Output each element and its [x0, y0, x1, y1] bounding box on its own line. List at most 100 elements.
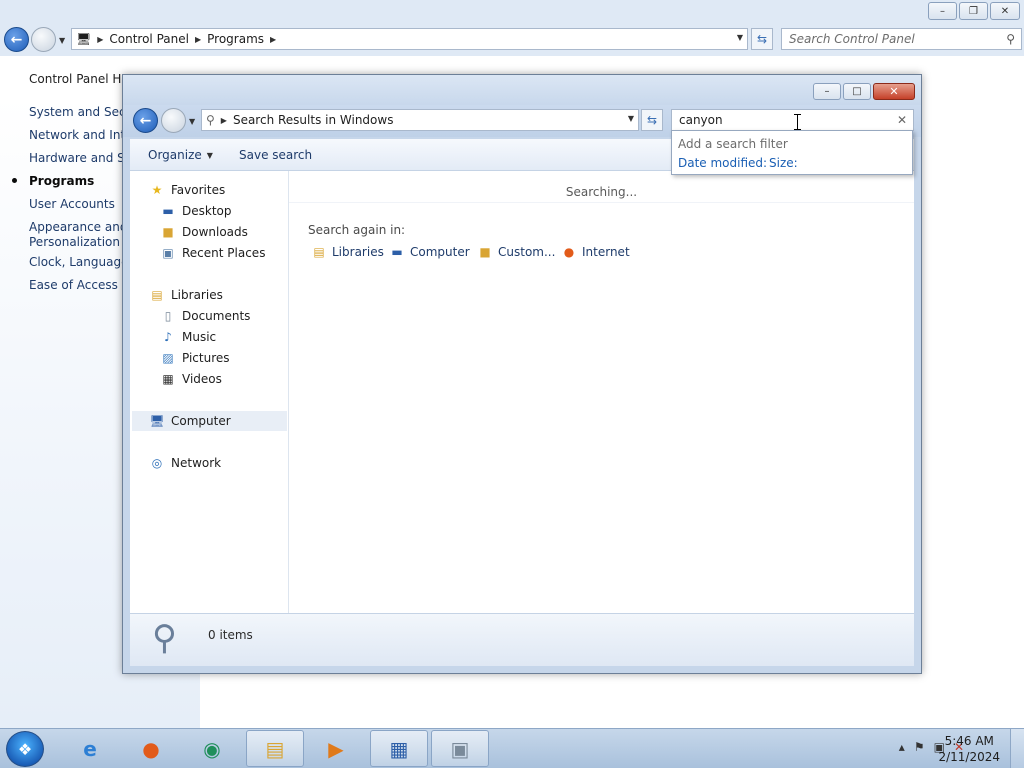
clear-search-icon[interactable]: ✕	[897, 113, 907, 127]
nav-favorites[interactable]: ★ Favorites	[149, 183, 226, 197]
nav-downloads-label: Downloads	[182, 225, 248, 239]
organize-button[interactable]: Organize ▼	[148, 148, 213, 162]
active-bullet-icon	[12, 178, 17, 183]
search-icon[interactable]: ⚲	[1006, 32, 1015, 46]
documents-icon: ▯	[164, 309, 172, 323]
address-text[interactable]: Search Results in Windows	[233, 113, 394, 127]
sidebar-item-control-panel-home[interactable]: Control Panel Hon	[29, 72, 136, 86]
nav-computer-label: Computer	[171, 414, 231, 428]
organize-label: Organize	[148, 148, 202, 162]
explorer-titlebar[interactable]: – □ ✕	[123, 75, 921, 105]
nav-documents[interactable]: ▯ Documents	[160, 309, 251, 323]
restore-button[interactable]: ❐	[959, 2, 988, 20]
search-again-internet-label: Internet	[582, 245, 630, 259]
media-player-icon: ▶	[328, 736, 344, 761]
explorer-maximize-button[interactable]: □	[843, 83, 871, 100]
explorer-search-input[interactable]: canyon ✕	[671, 109, 914, 131]
control-panel-navbar: ← ▼ 🖥 ▶ Control Panel ▶ Programs ▶ ▼ ⇆ S…	[0, 24, 1024, 56]
search-again-computer[interactable]: ▬ Computer	[389, 245, 469, 259]
clock[interactable]: 5:46 AM 2/11/2024	[938, 733, 1000, 765]
action-center-flag-icon[interactable]: ⚑	[914, 740, 925, 754]
explorer-forward-button[interactable]	[161, 108, 186, 133]
filter-size[interactable]: Size:	[769, 156, 798, 170]
sidebar-item-user-accounts[interactable]: User Accounts	[29, 197, 115, 211]
nav-downloads[interactable]: ■ Downloads	[160, 225, 248, 239]
nav-documents-label: Documents	[182, 309, 251, 323]
taskbar-internet-explorer[interactable]: e	[61, 730, 119, 767]
breadcrumb-control-panel[interactable]: Control Panel	[109, 32, 189, 46]
breadcrumb-arrow-icon: ▶	[220, 115, 227, 125]
explorer-close-button[interactable]: ✕	[873, 83, 915, 100]
back-button[interactable]: ←	[4, 27, 29, 52]
control-panel-icon: ▦	[389, 736, 409, 761]
nav-music-label: Music	[182, 330, 217, 344]
recent-pages-dropdown[interactable]: ▼	[59, 36, 65, 45]
internet-explorer-icon: e	[83, 736, 97, 761]
address-bar[interactable]: 🖥 ▶ Control Panel ▶ Programs ▶ ▼	[71, 28, 748, 50]
details-pane: ⚲ 0 items	[130, 613, 914, 666]
close-button[interactable]: ✕	[990, 2, 1020, 20]
nav-music[interactable]: ♪ Music	[160, 330, 216, 344]
nav-recent-places[interactable]: ▣ Recent Places	[160, 246, 265, 260]
folder-icon: ▤	[265, 736, 285, 761]
show-hidden-icons-icon[interactable]: ▴	[899, 740, 905, 754]
sidebar-item-programs[interactable]: Programs	[29, 174, 94, 188]
explorer-address-bar[interactable]: ⚲ ▶ Search Results in Windows ▼	[201, 109, 639, 131]
explorer-caption-buttons: – □ ✕	[813, 83, 915, 100]
taskbar-app-green[interactable]: ◉	[183, 730, 241, 767]
refresh-icon: ⇆	[646, 113, 658, 127]
refresh-button[interactable]: ⇆	[751, 28, 773, 50]
breadcrumb-arrow-icon: ▶	[97, 34, 104, 44]
explorer-back-button[interactable]: ←	[133, 108, 158, 133]
taskbar-media-player[interactable]: ▶	[307, 730, 365, 767]
taskbar-windows-explorer[interactable]: ▤	[246, 730, 304, 767]
search-again-libraries-label: Libraries	[332, 245, 384, 259]
sidebar-item-clock-language[interactable]: Clock, Language,	[29, 255, 132, 269]
taskbar-control-panel[interactable]: ▦	[370, 730, 428, 767]
save-search-button[interactable]: Save search	[239, 148, 312, 162]
taskbar-firefox[interactable]: ●	[122, 730, 180, 767]
computer-icon: 🖥	[149, 414, 165, 428]
show-desktop-button[interactable]	[1010, 729, 1024, 768]
clock-time: 5:46 AM	[944, 734, 994, 748]
chevron-down-icon: ▼	[206, 150, 213, 160]
search-again-custom[interactable]: ■ Custom...	[477, 245, 555, 259]
magnifier-icon: ⚲	[152, 618, 177, 658]
refresh-icon: ⇆	[756, 32, 768, 46]
nav-pictures[interactable]: ▨ Pictures	[160, 351, 229, 365]
search-again-libraries[interactable]: ▤ Libraries	[311, 245, 384, 259]
sidebar-item-appearance[interactable]: Appearance and	[29, 220, 127, 234]
explorer-search-value: canyon	[679, 113, 723, 127]
forward-button[interactable]	[31, 27, 56, 52]
music-note-icon: ♪	[164, 330, 172, 344]
start-button[interactable]: ❖	[6, 731, 44, 767]
explorer-address-dropdown-icon[interactable]: ▼	[628, 114, 634, 123]
control-panel-search-input[interactable]: Search Control Panel ⚲	[781, 28, 1022, 50]
nav-network-label: Network	[171, 456, 222, 470]
explorer-refresh-button[interactable]: ⇆	[641, 109, 663, 131]
breadcrumb-programs[interactable]: Programs	[207, 32, 264, 46]
nav-recent-places-label: Recent Places	[182, 246, 266, 260]
nav-desktop-label: Desktop	[182, 204, 232, 218]
address-dropdown-icon[interactable]: ▼	[737, 33, 743, 42]
nav-libraries[interactable]: ▤ Libraries	[149, 288, 223, 302]
explorer-recent-dropdown[interactable]: ▼	[189, 117, 195, 126]
libraries-icon: ▤	[151, 288, 163, 302]
minimize-button[interactable]: –	[928, 2, 957, 20]
filter-date-modified[interactable]: Date modified:	[678, 156, 767, 170]
taskbar-app-unknown[interactable]: ▣	[431, 730, 489, 767]
nav-videos[interactable]: ▦ Videos	[160, 372, 222, 386]
search-filter-title: Add a search filter	[678, 137, 788, 151]
nav-network[interactable]: ◎ Network	[149, 456, 221, 470]
film-icon: ▦	[162, 372, 174, 386]
sidebar-item-ease-of-access[interactable]: Ease of Access	[29, 278, 118, 292]
search-again-internet[interactable]: ● Internet	[561, 245, 630, 259]
back-arrow-icon: ←	[10, 31, 23, 48]
document-app-icon: ▣	[450, 736, 470, 761]
nav-computer[interactable]: 🖥 Computer	[132, 411, 287, 431]
sidebar-item-personalization[interactable]: Personalization	[29, 235, 120, 249]
nav-desktop[interactable]: ▬ Desktop	[160, 204, 232, 218]
explorer-minimize-button[interactable]: –	[813, 83, 841, 100]
control-panel-caption-buttons: – ❐ ✕	[928, 2, 1020, 20]
nav-libraries-label: Libraries	[171, 288, 223, 302]
